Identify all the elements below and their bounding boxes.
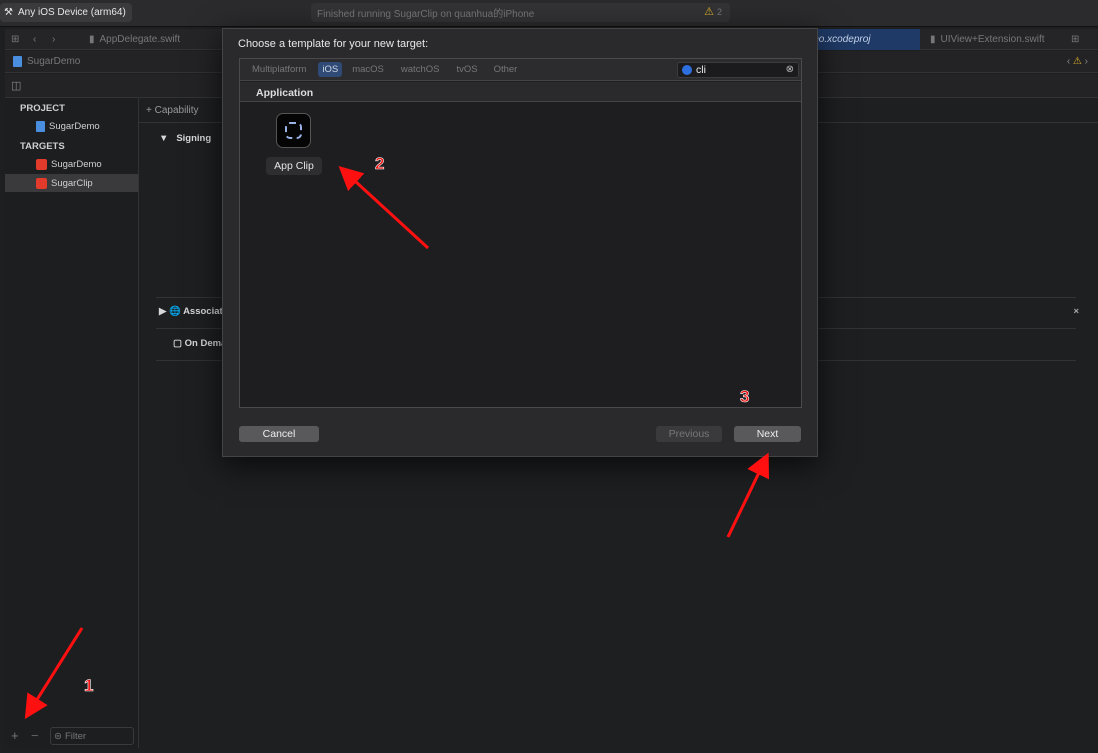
- annotation-2: 2: [375, 154, 385, 174]
- arrow-2: [338, 165, 430, 250]
- annotation-arrows: [24, 165, 770, 720]
- annotation-3: 3: [740, 387, 750, 407]
- arrow-1: [24, 627, 84, 720]
- annotation-1: 1: [84, 676, 94, 696]
- arrow-3: [726, 452, 770, 538]
